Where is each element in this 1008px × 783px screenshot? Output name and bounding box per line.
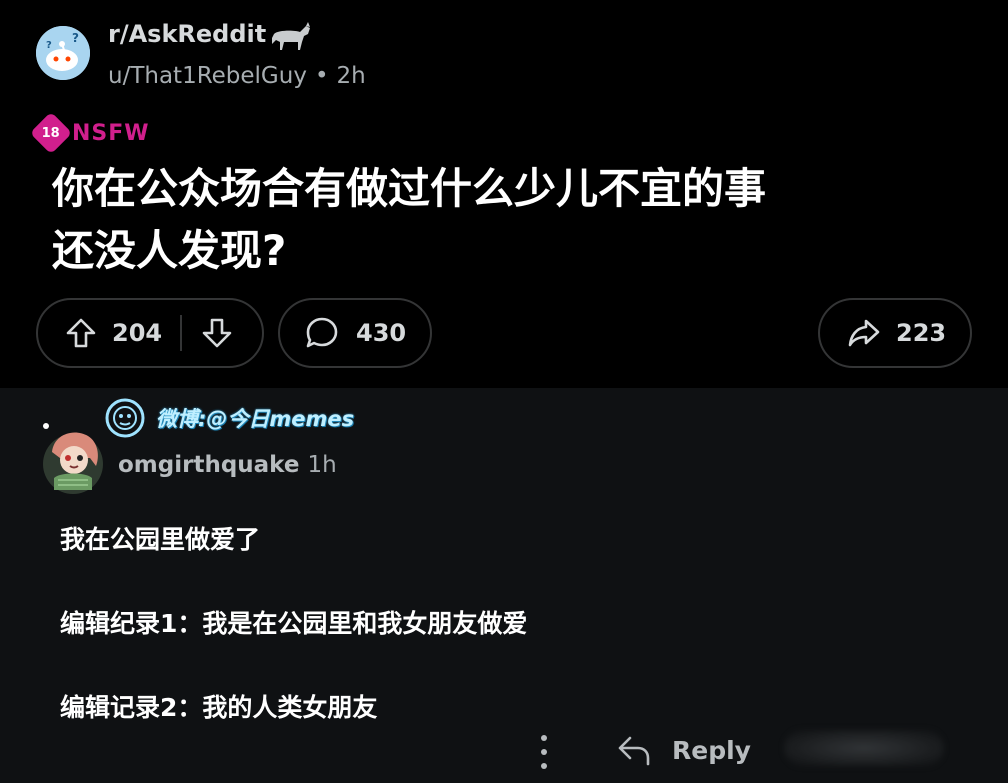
arrow-up-icon[interactable] [64, 316, 98, 350]
post-title-line-1: 你在公众场合有做过什么少儿不宜的事 [52, 164, 767, 213]
reply-label: Reply [672, 735, 751, 765]
svg-text:?: ? [46, 40, 52, 51]
watermark: 微博:@今日memes [100, 396, 354, 440]
comment-body-line-1: 我在公园里做爱了 [60, 525, 261, 554]
vertical-dots-icon[interactable] [537, 735, 551, 769]
commenter-avatar[interactable] [40, 418, 106, 494]
arrow-down-icon[interactable] [200, 316, 234, 350]
blurred-watermark [784, 730, 944, 766]
vote-separator [180, 315, 183, 351]
comment-body-line-2: 编辑纪录1：我是在公园里和我女朋友做爱 [60, 609, 528, 638]
upvote-count: 204 [112, 319, 163, 347]
comments-button[interactable]: 430 [278, 298, 432, 368]
comment-body-line-3: 编辑记录2：我的人类女朋友 [60, 693, 378, 722]
comment-meta: omgirthquake 1h [118, 452, 337, 478]
vote-control: 204 [36, 298, 264, 368]
comment-author[interactable]: omgirthquake [118, 452, 299, 478]
subreddit-avatar[interactable]: ? ? [36, 26, 90, 80]
post-meta: u/That1RebelGuy • 2h [108, 63, 366, 89]
reply-button[interactable]: Reply [616, 732, 751, 768]
nsfw-label: NSFW [72, 120, 150, 146]
meta-separator: • [314, 63, 329, 89]
svg-text:?: ? [72, 31, 79, 45]
reply-arrow-icon [618, 736, 650, 766]
age-restricted-icon: 18 [29, 111, 73, 155]
reddit-alien-icon: ? ? [36, 26, 90, 80]
share-button[interactable]: 223 [818, 298, 972, 368]
post-author[interactable]: u/That1RebelGuy [108, 63, 307, 89]
comment-age: 1h [307, 452, 337, 478]
comment-count: 430 [356, 319, 407, 347]
post-title-line-2: 还没人发现? [52, 226, 287, 275]
nsfw-tag: 18 NSFW [29, 111, 150, 155]
watermark-text: 微博:@今日memes [156, 407, 355, 431]
share-arrow-icon [848, 319, 880, 347]
share-count: 223 [896, 319, 947, 347]
horse-icon [272, 22, 310, 50]
subreddit-name[interactable]: r/AskReddit [108, 20, 266, 48]
post-title[interactable]: 你在公众场合有做过什么少儿不宜的事 还没人发现? [52, 158, 952, 282]
watermark-logo-icon [105, 398, 145, 438]
post-age: 2h [336, 63, 366, 89]
speech-bubble-icon [306, 317, 338, 348]
